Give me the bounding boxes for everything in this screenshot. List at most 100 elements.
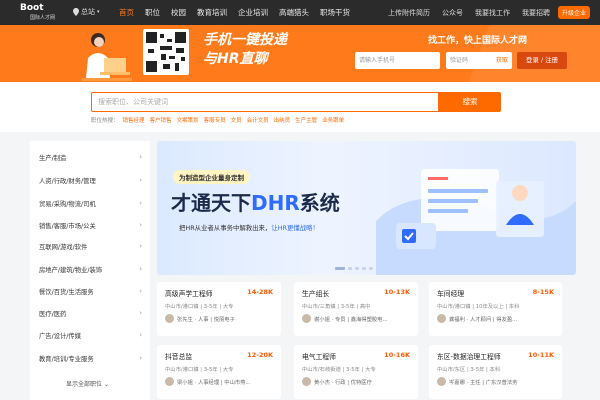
- job-title: 高级声学工程师: [165, 290, 213, 298]
- hero-illustration: [376, 169, 576, 275]
- job-card[interactable]: 生产组长 10-13K 中山市/三角镇 | 3-5年 | 高中 谢小姐 · 专员…: [294, 282, 418, 336]
- category-item[interactable]: 贸易/采购/物流/司机 ›: [39, 199, 142, 211]
- avatar: [165, 314, 174, 323]
- category-item[interactable]: 教育/培训/专业服务 ›: [39, 354, 142, 366]
- location-selector[interactable]: 总站 ▾: [73, 7, 100, 17]
- hot-keyword[interactable]: 出纳员: [274, 116, 291, 124]
- phone-input[interactable]: 请输入手机号: [355, 52, 440, 69]
- job-title: 车间经理: [437, 290, 465, 298]
- chevron-right-icon: ›: [139, 221, 142, 229]
- job-card[interactable]: 抖音总监 12-20K 中山市/港口镇 | 3-5年 | 大专 梁小姐 · 人事…: [157, 345, 281, 399]
- logo-brand: Boot: [20, 3, 44, 13]
- job-recruiter: 黄小杰 · 行政 | 优特医疗: [302, 377, 372, 386]
- hot-keyword[interactable]: 销售经理: [123, 116, 145, 124]
- login-register-button[interactable]: 登录 / 注册: [517, 52, 567, 69]
- nav-campus[interactable]: 校园: [171, 7, 186, 18]
- nav-education[interactable]: 教育培训: [197, 7, 227, 18]
- hot-keyword[interactable]: 客服专员: [204, 116, 226, 124]
- hot-keyword[interactable]: 业务跟单: [322, 116, 344, 124]
- banner-slogan: 手机一键投递 与HR直聊: [203, 31, 287, 69]
- chevron-right-icon: ›: [139, 199, 142, 207]
- job-card[interactable]: 电气工程师 10-16K 中山市/石岐街道 | 3-5年 | 大专 黄小杰 · …: [294, 345, 418, 399]
- hot-keyword[interactable]: 文员: [231, 116, 242, 124]
- carousel-dots: [335, 267, 373, 270]
- chevron-right-icon: ›: [139, 354, 142, 362]
- job-card[interactable]: 东区-数据治理工程师 10-11K 中山市/东区 | 3-5年 | 本科 岑嘉娜…: [429, 345, 562, 399]
- category-item[interactable]: 医疗/医药 ›: [39, 309, 142, 321]
- top-right-links: 上传附件简历 公众号 我要找工作 我要招聘 升级企业: [376, 0, 590, 25]
- show-all-categories[interactable]: 显示全部职位 ⌄: [66, 379, 109, 388]
- banner-promo: 找工作，快上国际人才网: [428, 36, 528, 46]
- category-item[interactable]: 生产/制造 ›: [39, 153, 142, 165]
- job-title: 抖音总监: [165, 353, 193, 361]
- avatar: [302, 314, 311, 323]
- avatar: [302, 377, 311, 386]
- job-recruiter: 岑嘉娜 · 主任 | 广东汉普法务: [437, 377, 517, 386]
- site-logo[interactable]: Boot 国际人才网: [20, 3, 68, 23]
- job-recruiter: 张先生 · 人事 | 悦丽电子: [165, 314, 235, 323]
- job-salary: 10-13K: [384, 288, 410, 296]
- job-salary: 10-16K: [384, 351, 410, 359]
- logo-sub: 国际人才网: [30, 15, 56, 21]
- chevron-right-icon: ›: [139, 242, 142, 250]
- find-job-link[interactable]: 我要找工作: [475, 8, 510, 18]
- location-pin-icon: [73, 8, 79, 16]
- login-banner: 手机一键投递 与HR直聊 找工作，快上国际人才网 请输入手机号 验证码 获取 登…: [0, 25, 600, 82]
- get-code-button[interactable]: 获取: [496, 52, 508, 69]
- category-item[interactable]: 餐饮/百货/生活服务 ›: [39, 287, 142, 299]
- location-label: 总站: [81, 8, 95, 16]
- chevron-right-icon: ›: [139, 309, 142, 317]
- nav-corporate-training[interactable]: 企业培训: [238, 7, 268, 18]
- upload-resume-link[interactable]: 上传附件简历: [388, 8, 430, 18]
- slogan-line-1: 手机一键投递: [203, 32, 287, 48]
- category-item[interactable]: 房地产/建筑/物业/装饰 ›: [39, 265, 142, 277]
- search-input[interactable]: 搜索职位、公司关键词: [91, 92, 439, 112]
- qr-code: [143, 29, 189, 75]
- slogan-line-2: 与HR直聊: [203, 51, 268, 67]
- chevron-right-icon: ›: [139, 331, 142, 339]
- hot-keyword[interactable]: 客户销售: [150, 116, 172, 124]
- category-item[interactable]: 销售/客服/市场/公关 ›: [39, 221, 142, 233]
- hero-tag: 为制造型企业量身定制: [173, 170, 250, 184]
- job-title: 电气工程师: [302, 353, 336, 361]
- verification-code-input[interactable]: 验证码 获取: [446, 52, 512, 69]
- job-card[interactable]: 车间经理 8-15K 中山市/港口镇 | 10年及以上 | 本科 龚福利 · 人…: [429, 282, 562, 336]
- job-salary: 10-11K: [528, 351, 554, 359]
- hero-description: 把HR从业者从事务中解救出来，让HR更懂战略！: [179, 224, 319, 232]
- category-item[interactable]: 广告/设计/传媒 ›: [39, 331, 142, 343]
- top-navbar: Boot 国际人才网 总站 ▾ 首页 职位 校园 教育培训 企业培训 高端猎头 …: [0, 0, 600, 25]
- hot-keyword[interactable]: 会计文员: [247, 116, 269, 124]
- job-title: 东区-数据治理工程师: [437, 353, 501, 361]
- nav-jobs[interactable]: 职位: [145, 7, 160, 18]
- job-title: 生产组长: [302, 290, 330, 298]
- code-placeholder: 验证码: [450, 57, 469, 64]
- carousel-dot[interactable]: [369, 267, 373, 270]
- job-salary: 12-20K: [247, 351, 273, 359]
- wechat-account-link[interactable]: 公众号: [442, 8, 463, 18]
- upgrade-badge[interactable]: 升级企业: [557, 6, 590, 19]
- hot-keyword[interactable]: 文案策划: [177, 116, 199, 124]
- nav-headhunting[interactable]: 高端猎头: [279, 7, 309, 18]
- category-item[interactable]: 人资/行政/财务/管理 ›: [39, 176, 142, 188]
- job-salary: 14-28K: [247, 288, 273, 296]
- recruit-link[interactable]: 我要招聘: [522, 8, 550, 18]
- hot-keyword[interactable]: 生产主管: [295, 116, 317, 124]
- carousel-dot[interactable]: [362, 267, 366, 270]
- job-card[interactable]: 高级声学工程师 14-28K 中山市/港口镇 | 3-5年 | 大专 张先生 ·…: [157, 282, 281, 336]
- category-item[interactable]: 互联网/游戏/软件 ›: [39, 242, 142, 254]
- nav-career-tips[interactable]: 职场干货: [320, 7, 350, 18]
- hero-carousel[interactable]: 为制造型企业量身定制 才通天下DHR系统 把HR从业者从事务中解救出来，让HR更…: [157, 141, 576, 275]
- carousel-dot[interactable]: [355, 267, 359, 270]
- nav-home[interactable]: 首页: [119, 7, 134, 18]
- carousel-dot[interactable]: [335, 267, 345, 270]
- carousel-dot[interactable]: [348, 267, 352, 270]
- main-nav: 首页 职位 校园 教育培训 企业培训 高端猎头 职场干货: [119, 0, 361, 25]
- hot-keywords: 职位热搜： 销售经理 客户销售 文案策划 客服专员 文员 会计文员 出纳员 生产…: [91, 116, 349, 124]
- hero-title: 才通天下DHR系统: [171, 191, 340, 215]
- chevron-right-icon: ›: [139, 287, 142, 295]
- avatar: [165, 377, 174, 386]
- job-recruiter: 谢小姐 · 专员 | 鑫海得塑胶电...: [302, 314, 388, 323]
- search-section: 搜索职位、公司关键词 搜索 职位热搜： 销售经理 客户销售 文案策划 客服专员 …: [0, 82, 600, 132]
- search-button[interactable]: 搜索: [439, 92, 501, 112]
- avatar: [437, 314, 446, 323]
